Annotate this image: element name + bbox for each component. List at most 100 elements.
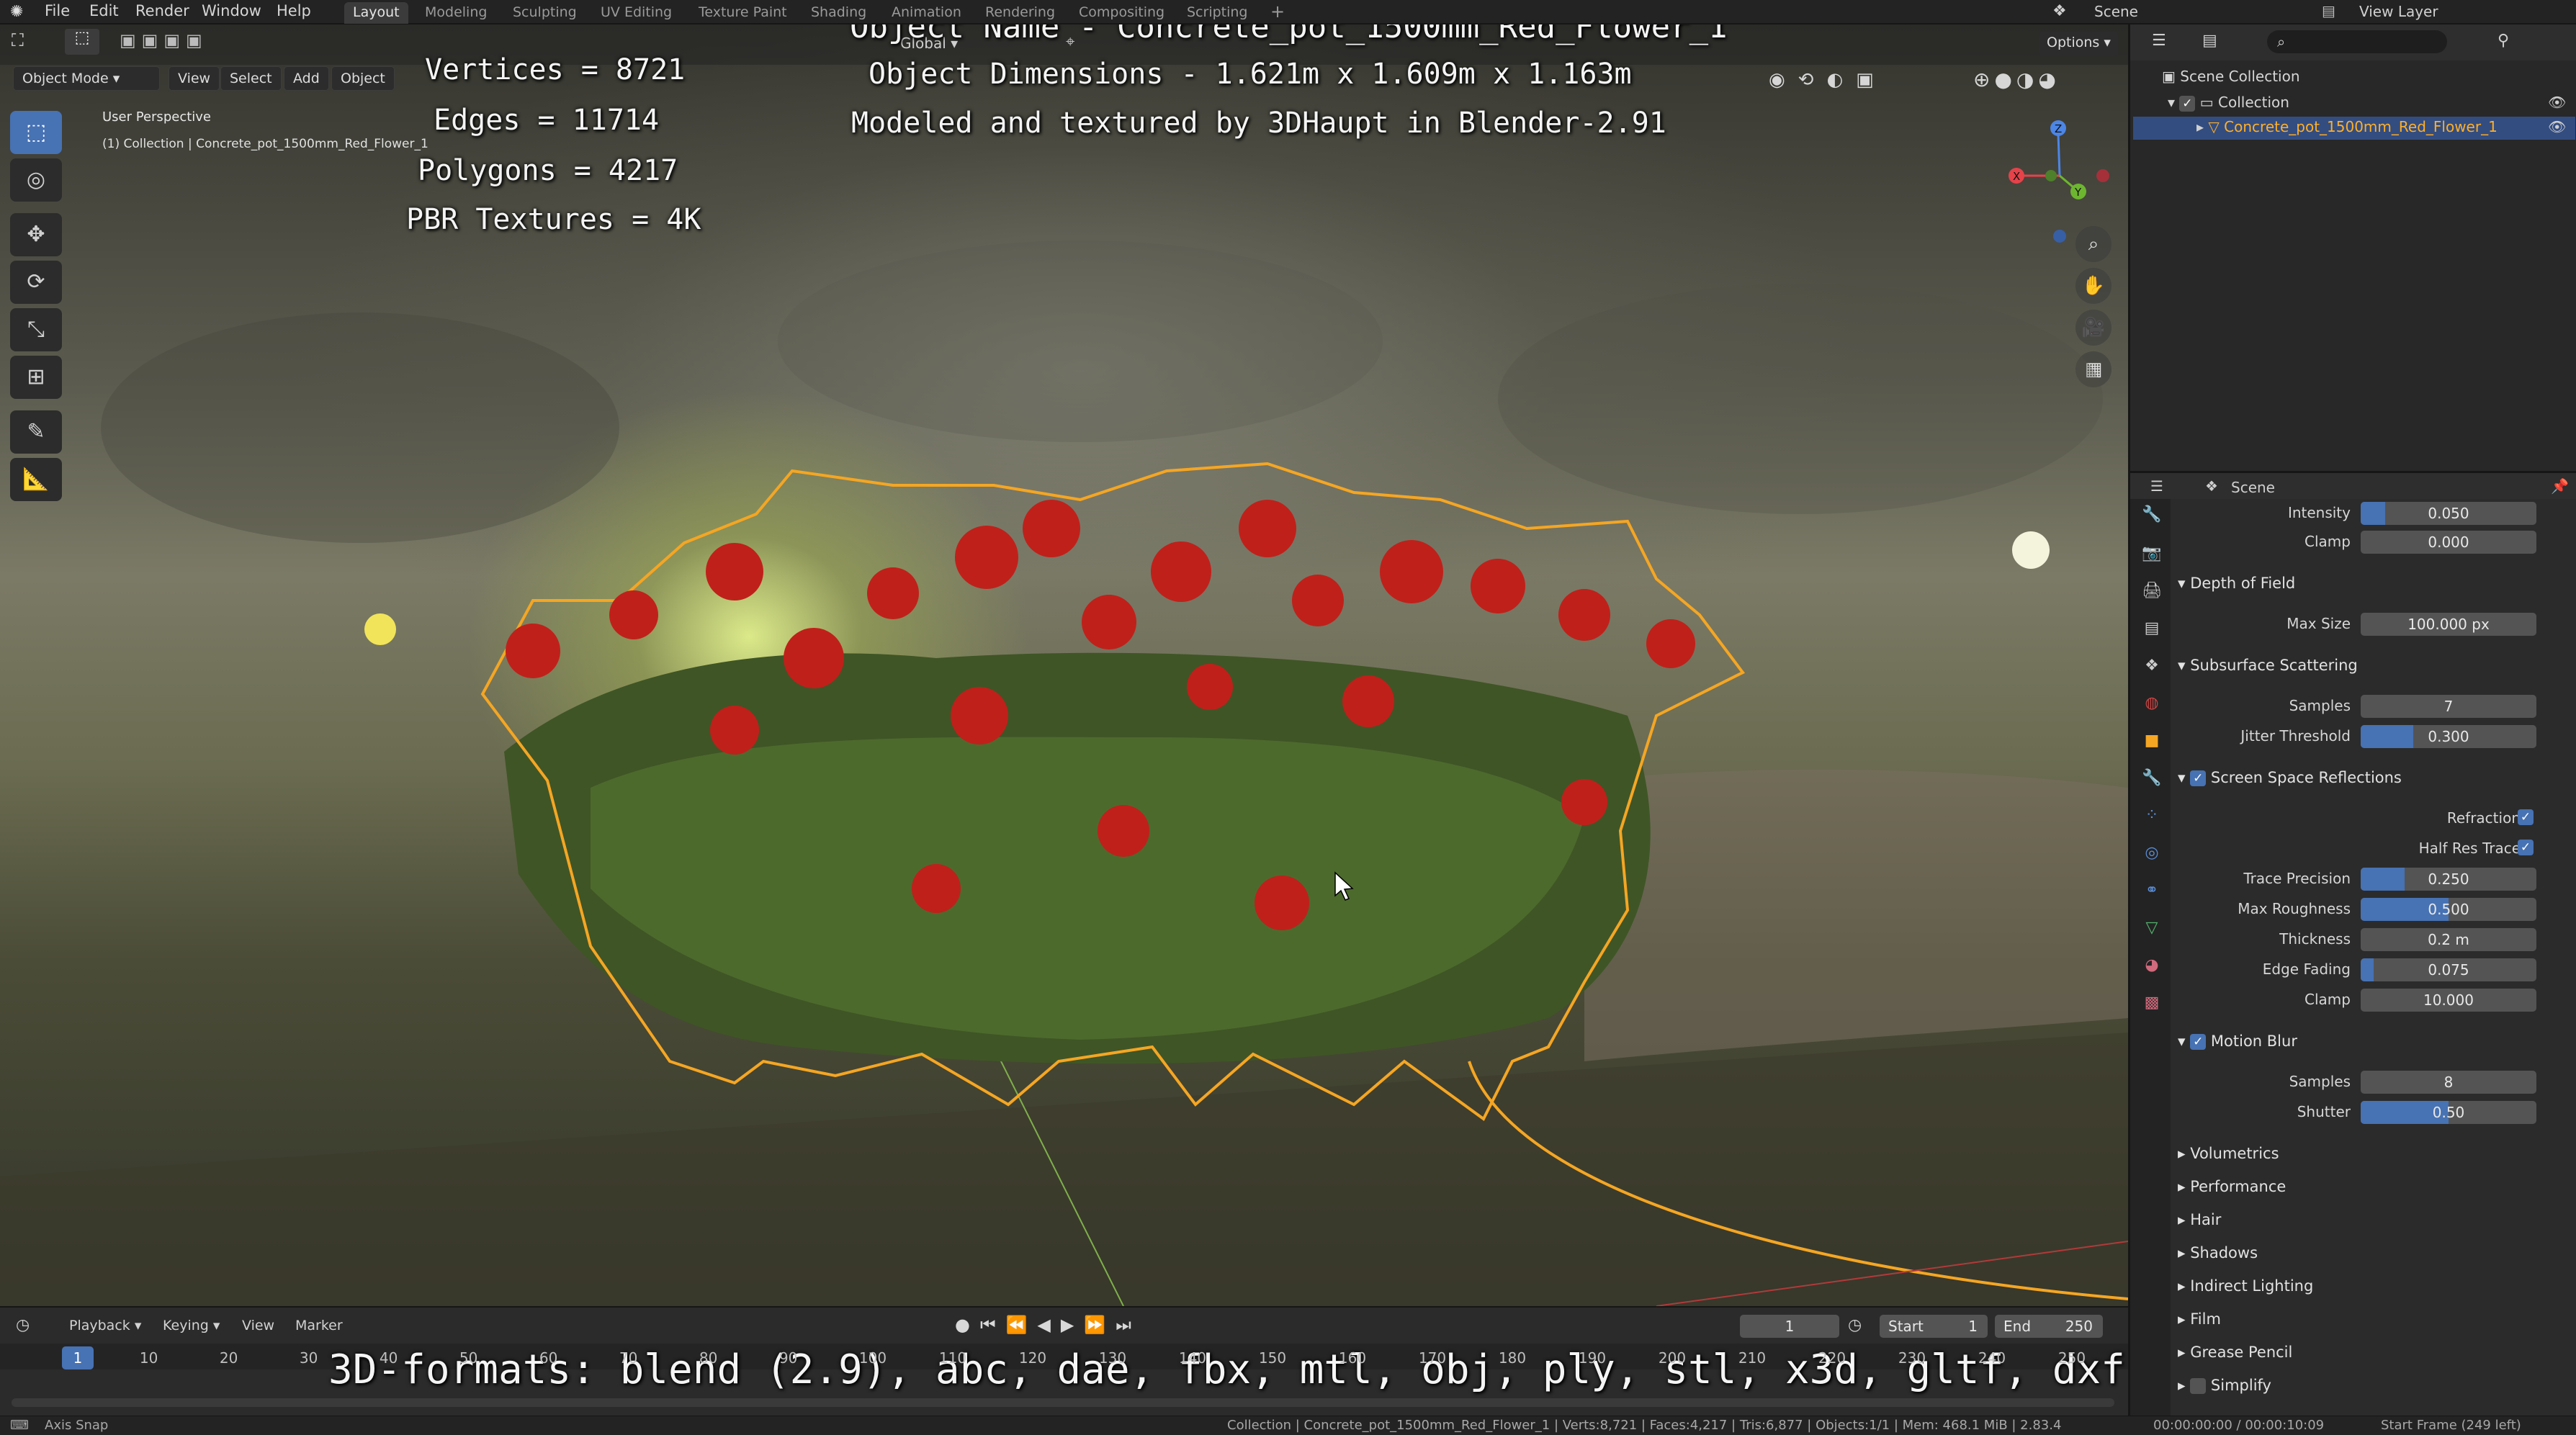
tab-compositing[interactable]: Compositing xyxy=(1070,2,1173,24)
layer-icon[interactable]: ▤ xyxy=(2322,2,2335,19)
menu-render[interactable]: Render xyxy=(135,2,189,19)
material-tab-icon[interactable]: ◕ xyxy=(2140,954,2163,977)
properties-tabs: 🔧 📷 🖨 ▤ ❖ ◍ ■ 🔧 ⁘ ◎ ⚭ ▽ ◕ ▩ xyxy=(2130,499,2171,1418)
particles-tab-icon[interactable]: ⁘ xyxy=(2140,804,2163,827)
end-frame-field[interactable]: End 250 xyxy=(1995,1315,2103,1338)
data-tab-icon[interactable]: ▽ xyxy=(2140,917,2163,940)
section-indirect-lighting[interactable]: ▸ Indirect Lighting xyxy=(2178,1277,2313,1295)
section-shadows[interactable]: ▸ Shadows xyxy=(2178,1244,2258,1261)
section-grease-pencil[interactable]: ▸ Grease Pencil xyxy=(2178,1344,2292,1361)
3d-viewport[interactable]: ⛶ ⬚ ▣▣▣▣ Object Mode ▾ View Select Add O… xyxy=(0,24,2128,1306)
pin-icon[interactable]: 📌 xyxy=(2551,477,2569,495)
outliner-editor-type-icon[interactable]: ☰ xyxy=(2152,32,2166,50)
trace-precision-field[interactable]: 0.250 xyxy=(2361,868,2536,891)
trace-precision-value: 0.250 xyxy=(2428,871,2469,888)
render-tab-icon[interactable]: 📷 xyxy=(2140,542,2163,565)
max-roughness-field[interactable]: 0.500 xyxy=(2361,898,2536,921)
display-mode-icon[interactable]: ▤ xyxy=(2202,32,2217,50)
refraction-checkbox[interactable]: ✓ xyxy=(2518,809,2534,825)
tab-shading[interactable]: Shading xyxy=(802,2,875,24)
clock-icon[interactable]: ◷ xyxy=(16,1316,30,1334)
playback-menu[interactable]: Playback ▾ xyxy=(69,1318,141,1333)
tool-tab-icon[interactable]: 🔧 xyxy=(2140,503,2163,526)
object-visibility-eye-icon[interactable]: 👁 xyxy=(2548,118,2566,135)
shutter-value: 0.50 xyxy=(2432,1104,2465,1121)
scene-collection-row[interactable]: ▣ Scene Collection xyxy=(2162,68,2300,85)
thickness-field[interactable]: 0.2 m xyxy=(2361,928,2536,951)
section-performance[interactable]: ▸ Performance xyxy=(2178,1178,2286,1195)
shutter-field[interactable]: 0.50 xyxy=(2361,1101,2536,1124)
ssr-clamp-field[interactable]: 10.000 xyxy=(2361,989,2536,1012)
expand-arrow-icon[interactable]: ▸ xyxy=(2196,118,2204,135)
properties-editor-type-icon[interactable]: ☰ xyxy=(2150,477,2163,495)
outliner-search-field[interactable]: ⌕ xyxy=(2267,30,2447,53)
tab-animation[interactable]: Animation xyxy=(883,2,970,24)
playhead[interactable]: 1 xyxy=(62,1346,94,1369)
section-film[interactable]: ▸ Film xyxy=(2178,1310,2221,1328)
filter-icon[interactable]: ⚲ xyxy=(2498,32,2509,50)
keying-menu[interactable]: Keying ▾ xyxy=(163,1318,220,1333)
collection-checkbox[interactable]: ✓ xyxy=(2179,95,2196,112)
tab-texture-paint[interactable]: Texture Paint xyxy=(690,2,796,24)
section-hair[interactable]: ▸ Hair xyxy=(2178,1211,2221,1228)
sss-section[interactable]: ▾ Subsurface Scattering xyxy=(2178,657,2358,674)
menu-file[interactable]: File xyxy=(45,2,70,19)
physics-tab-icon[interactable]: ◎ xyxy=(2140,842,2163,865)
timeline-view-menu[interactable]: View xyxy=(242,1318,274,1333)
menu-help[interactable]: Help xyxy=(277,2,311,19)
mb-samples-field[interactable]: 8 xyxy=(2361,1071,2536,1094)
view-layer-tab-icon[interactable]: ▤ xyxy=(2140,617,2163,640)
tab-uv-editing[interactable]: UV Editing xyxy=(592,2,681,24)
max-size-field[interactable]: 100.000 px xyxy=(2361,613,2536,636)
timeline-scrollbar[interactable] xyxy=(12,1398,2114,1407)
sss-samples-field[interactable]: 7 xyxy=(2361,695,2536,718)
motion-blur-section[interactable]: ▾ ✓ Motion Blur xyxy=(2178,1033,2297,1050)
outliner-editor[interactable]: ☰ ▤ ⌕ ⚲ ▣ Scene Collection ▾ ✓ ▭ Collect… xyxy=(2128,24,2576,471)
scene-tab-icon[interactable]: ❖ xyxy=(2140,654,2163,678)
modifier-tab-icon[interactable]: 🔧 xyxy=(2140,767,2163,790)
blender-logo-icon[interactable]: ✺ xyxy=(10,3,23,21)
tab-rendering[interactable]: Rendering xyxy=(977,2,1064,24)
ssr-section[interactable]: ▾ ✓ Screen Space Reflections xyxy=(2178,769,2402,786)
clamp-field[interactable]: 0.000 xyxy=(2361,531,2536,554)
scene-name[interactable]: Scene xyxy=(2094,3,2138,20)
output-tab-icon[interactable]: 🖨 xyxy=(2140,580,2163,603)
jitter-threshold-field[interactable]: 0.300 xyxy=(2361,725,2536,748)
tab-scripting[interactable]: Scripting xyxy=(1178,2,1257,24)
motion-blur-checkbox[interactable]: ✓ xyxy=(2190,1034,2207,1050)
view-layer-name[interactable]: View Layer xyxy=(2359,3,2438,20)
dof-section[interactable]: ▾ Depth of Field xyxy=(2178,575,2295,592)
timeline-editor[interactable]: ◷ Playback ▾ Keying ▾ View Marker ●⏮⏪◀▶⏩… xyxy=(0,1306,2128,1416)
preview-range-icon[interactable]: ◷ xyxy=(1848,1316,1862,1334)
constraints-tab-icon[interactable]: ⚭ xyxy=(2140,879,2163,902)
tab-layout[interactable]: Layout xyxy=(344,2,408,24)
frame-tick-label: 80 xyxy=(699,1349,718,1367)
marker-menu[interactable]: Marker xyxy=(295,1318,343,1333)
simplify-checkbox[interactable] xyxy=(2190,1378,2207,1394)
edge-fading-field[interactable]: 0.075 xyxy=(2361,958,2536,981)
sss-title: Subsurface Scattering xyxy=(2190,657,2358,674)
section-volumetrics[interactable]: ▸ Volumetrics xyxy=(2178,1145,2279,1162)
ssr-checkbox[interactable]: ✓ xyxy=(2190,770,2207,786)
overlay-title: Object Name - Concrete_pot_1500mm_Red_Fl… xyxy=(850,24,1728,45)
start-frame-field[interactable]: Start 1 xyxy=(1880,1315,1988,1338)
tab-modeling[interactable]: Modeling xyxy=(416,2,495,24)
section-title: Film xyxy=(2190,1310,2221,1328)
menu-window[interactable]: Window xyxy=(202,2,261,19)
texture-tab-icon[interactable]: ▩ xyxy=(2140,991,2163,1015)
collection-row[interactable]: ▾ ✓ ▭ Collection xyxy=(2168,94,2289,112)
collection-visibility-eye-icon[interactable]: 👁 xyxy=(2548,94,2566,111)
scene-icon[interactable]: ❖ xyxy=(2052,2,2067,20)
tab-sculpting[interactable]: Sculpting xyxy=(504,2,585,24)
section-simplify[interactable]: ▸ Simplify xyxy=(2178,1377,2271,1394)
menu-edit[interactable]: Edit xyxy=(89,2,119,19)
object-tab-icon[interactable]: ■ xyxy=(2140,729,2163,752)
add-workspace-icon[interactable]: + xyxy=(1270,1,1285,22)
world-tab-icon[interactable]: ◍ xyxy=(2140,692,2163,715)
intensity-field[interactable]: 0.050 xyxy=(2361,502,2536,525)
collapse-arrow-icon[interactable]: ▾ xyxy=(2168,94,2175,111)
current-frame-field[interactable]: 1 xyxy=(1740,1315,1839,1338)
object-row[interactable]: ▸ ▽ Concrete_pot_1500mm_Red_Flower_1 xyxy=(2196,118,2498,135)
half-res-trace-checkbox[interactable]: ✓ xyxy=(2518,840,2534,855)
playback-controls[interactable]: ●⏮⏪◀▶⏩⏭ xyxy=(955,1315,1141,1335)
